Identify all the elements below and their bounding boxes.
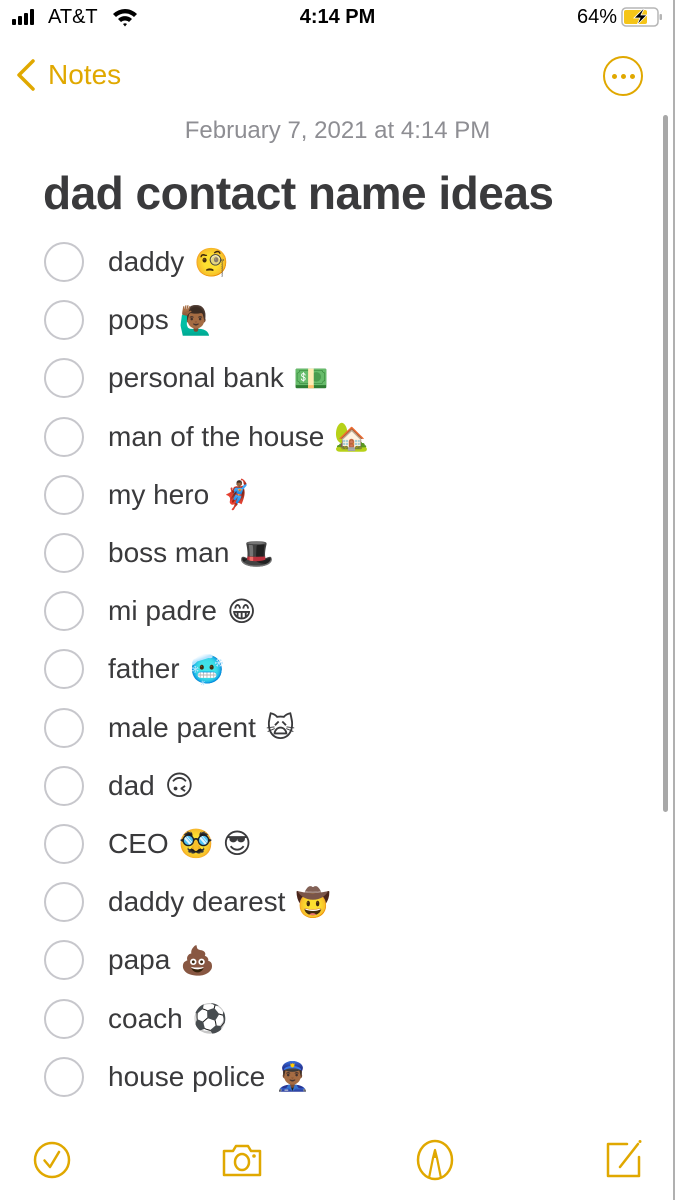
checklist-item: papa 💩 xyxy=(0,931,640,989)
checklist-item: personal bank 💵 xyxy=(0,349,640,407)
emoji-icon: 🙀 xyxy=(265,711,296,745)
emoji-icon: 💩 xyxy=(180,943,216,977)
checklist-item-text[interactable]: father xyxy=(108,653,180,685)
checklist-item-text[interactable]: daddy xyxy=(108,246,184,278)
checklist-checkbox[interactable] xyxy=(44,474,84,515)
checklist-item: dad 🙃 xyxy=(0,757,640,815)
checklist-checkbox[interactable] xyxy=(44,649,84,690)
checklist-item-text[interactable]: male parent xyxy=(108,712,256,744)
status-bar: AT&T 4:14 PM 64% xyxy=(0,0,675,40)
checklist-checkbox[interactable] xyxy=(44,998,84,1039)
emoji-icon: 🙃 xyxy=(164,769,194,803)
emoji-icon: 🤠 xyxy=(295,885,331,919)
back-label: Notes xyxy=(48,59,122,90)
bottom-toolbar xyxy=(0,1138,675,1186)
emoji-icon: 💵 xyxy=(293,361,329,395)
checklist-item-text[interactable]: mi padre xyxy=(108,595,217,627)
ellipsis-dot xyxy=(629,73,635,79)
checklist-button[interactable] xyxy=(30,1138,74,1182)
emoji-icon: 😁 xyxy=(226,594,257,628)
checklist-item-text[interactable]: man of the house xyxy=(108,421,324,453)
checklist-item: mi padre 😁 xyxy=(0,582,640,640)
scrollbar[interactable] xyxy=(663,115,668,812)
checklist-checkbox[interactable] xyxy=(44,765,84,806)
checklist-icon xyxy=(33,1141,71,1179)
checklist-checkbox[interactable] xyxy=(44,1056,84,1097)
compose-button[interactable] xyxy=(603,1138,647,1182)
back-button[interactable]: Notes xyxy=(14,58,121,92)
note-date: February 7, 2021 at 4:14 PM xyxy=(184,117,491,144)
emoji-icon: 🧐 xyxy=(194,245,230,279)
checklist-item: pops 🙋🏾‍♂️ xyxy=(0,291,640,349)
emoji-icon: 🥶 xyxy=(189,652,225,686)
checklist-item: father 🥶 xyxy=(0,640,640,698)
markup-pen-icon xyxy=(416,1139,454,1181)
battery-charging-icon xyxy=(621,7,662,27)
more-options-button[interactable] xyxy=(603,56,643,96)
camera-icon xyxy=(222,1144,262,1177)
checklist-checkbox[interactable] xyxy=(44,707,84,748)
checklist-checkbox[interactable] xyxy=(44,358,84,399)
checklist-item-text[interactable]: dad xyxy=(108,770,155,802)
checklist-checkbox[interactable] xyxy=(44,416,84,457)
checklist-item: coach ⚽ xyxy=(0,989,640,1047)
checklist-item: my hero 🦸🏾‍♂️ xyxy=(0,466,640,524)
emoji-icon: 🏡 xyxy=(334,420,370,454)
emoji-icon: ⚽ xyxy=(192,1002,228,1036)
checklist-item: male parent 🙀 xyxy=(0,699,640,757)
checklist-item-text[interactable]: daddy dearest xyxy=(108,886,285,918)
checklist-item-text[interactable]: coach xyxy=(108,1003,183,1035)
checklist-checkbox[interactable] xyxy=(44,533,84,574)
checklist-checkbox[interactable] xyxy=(44,882,84,923)
checklist-checkbox[interactable] xyxy=(44,940,84,981)
checklist-item-text[interactable]: CEO xyxy=(108,828,169,860)
checklist-item-text[interactable]: personal bank xyxy=(108,362,284,394)
checklist: daddy 🧐 pops 🙋🏾‍♂️ personal bank 💵 man of the … xyxy=(0,233,640,1106)
note-title[interactable]: dad contact name ideas xyxy=(43,166,554,220)
ellipsis-dot xyxy=(620,73,626,79)
checklist-item: boss man 🎩 xyxy=(0,524,640,582)
camera-button[interactable] xyxy=(220,1138,264,1182)
checklist-checkbox[interactable] xyxy=(44,591,84,632)
checklist-item: house police 👮🏾‍♂️ xyxy=(0,1048,640,1106)
checklist-checkbox[interactable] xyxy=(44,300,84,341)
checklist-item-text[interactable]: house police xyxy=(108,1061,265,1093)
emoji-icon: 🥸 😎 xyxy=(178,827,252,861)
checklist-checkbox[interactable] xyxy=(44,823,84,864)
navigation-bar: Notes xyxy=(0,52,675,102)
emoji-icon: 🎩 xyxy=(239,536,275,570)
compose-icon xyxy=(606,1140,642,1178)
checklist-item: daddy dearest 🤠 xyxy=(0,873,640,931)
checklist-item: CEO 🥸 😎 xyxy=(0,815,640,873)
checklist-checkbox[interactable] xyxy=(44,242,84,283)
emoji-icon: 🙋🏾‍♂️ xyxy=(178,303,214,337)
status-time: 4:14 PM xyxy=(299,6,376,28)
checklist-item-text[interactable]: papa xyxy=(108,944,170,976)
battery-percent: 64% xyxy=(576,6,617,28)
emoji-icon: 👮🏾‍♂️ xyxy=(275,1060,311,1094)
chevron-left-icon xyxy=(17,59,35,91)
markup-button[interactable] xyxy=(413,1138,457,1182)
checklist-item-text[interactable]: my hero xyxy=(108,479,209,511)
checklist-item-text[interactable]: pops xyxy=(108,304,169,336)
checklist-item: daddy 🧐 xyxy=(0,233,640,291)
ellipsis-dot xyxy=(611,73,617,79)
checklist-item: man of the house 🏡 xyxy=(0,408,640,466)
checklist-item-text[interactable]: boss man xyxy=(108,537,229,569)
emoji-icon: 🦸🏾‍♂️ xyxy=(219,478,255,512)
